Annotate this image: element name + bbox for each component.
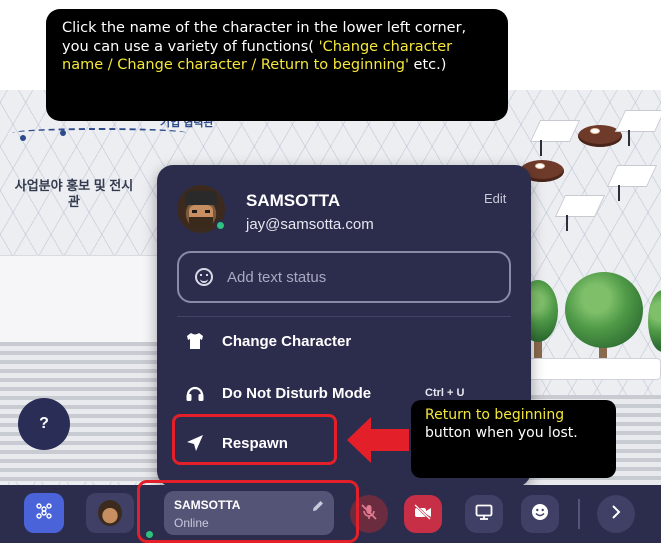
callout-text-end: etc.): [408, 57, 447, 73]
chair: [554, 195, 606, 217]
path-node: [20, 135, 26, 141]
callout-text: button when you lost.: [425, 425, 578, 441]
menu-item-change-character[interactable]: Change Character: [157, 321, 531, 361]
help-button[interactable]: ?: [18, 398, 70, 450]
callout-highlight: Return to beginning: [425, 407, 565, 423]
avatar-button[interactable]: [86, 493, 134, 533]
planter: [520, 358, 661, 380]
avatar-beard: [189, 217, 213, 229]
chair-leg: [628, 130, 630, 146]
chair-leg: [540, 140, 542, 156]
pointer-arrow-icon: [347, 417, 409, 463]
chair: [606, 165, 658, 187]
shortcut-label: Ctrl + U: [425, 387, 465, 399]
emoji-icon: [195, 268, 213, 286]
screen-share-button[interactable]: [465, 495, 503, 533]
headphones-icon: [184, 383, 206, 403]
avatar-hat: [185, 191, 217, 205]
avatar: [98, 500, 122, 526]
menu-item-label: Change Character: [222, 332, 352, 350]
expand-button[interactable]: [597, 495, 635, 533]
toolbar-separator: [578, 499, 580, 529]
chair-leg: [566, 215, 568, 231]
respawn-highlight-box: [172, 414, 337, 465]
status-placeholder: Add text status: [227, 268, 327, 286]
online-indicator: [215, 220, 226, 231]
profile-name: SAMSOTTA: [246, 191, 341, 210]
status-input[interactable]: Add text status: [177, 251, 511, 303]
tree: [565, 272, 643, 348]
tree: [648, 290, 661, 352]
edit-button[interactable]: Edit: [484, 191, 506, 206]
grid-icon: [34, 501, 54, 526]
cup: [590, 128, 600, 134]
camera-off-icon: [413, 503, 433, 525]
chair: [529, 120, 581, 142]
shirt-icon: [184, 331, 206, 351]
divider: [177, 316, 511, 317]
exhibition-hall-label: 사업분야 홍보 및 전시관: [14, 178, 134, 209]
respawn-callout: Return to beginning button when you lost…: [411, 400, 616, 478]
instruction-callout: Click the name of the character in the l…: [46, 9, 508, 121]
emoji-button[interactable]: [521, 495, 559, 533]
camera-toggle-button[interactable]: [404, 495, 442, 533]
profile-email: jay@samsotta.com: [246, 216, 374, 233]
mic-off-icon: [360, 503, 378, 526]
path-node: [60, 130, 66, 136]
menu-item-label: Do Not Disturb Mode: [222, 384, 372, 402]
avatar: [177, 185, 226, 233]
emoji-icon: [531, 503, 549, 526]
cup: [535, 163, 545, 169]
screen-share-icon: [475, 504, 493, 525]
chair: [614, 110, 661, 132]
avatar-eyes: [192, 210, 210, 213]
help-button-label: ?: [39, 415, 49, 432]
chevron-right-icon: [610, 504, 622, 525]
name-highlight-box: [137, 480, 359, 543]
chair-leg: [618, 185, 620, 201]
grid-button[interactable]: [24, 493, 64, 533]
